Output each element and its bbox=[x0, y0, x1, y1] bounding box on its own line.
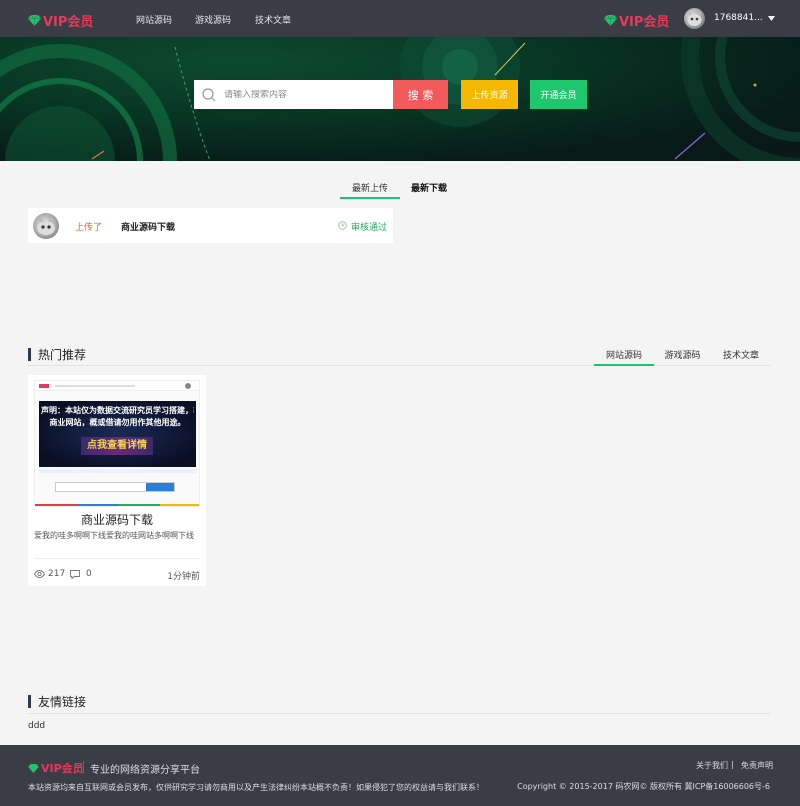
card-time: 1分钟前 bbox=[167, 572, 200, 582]
caret-down-icon bbox=[767, 15, 775, 21]
footer-slogan: 专业的网络资源分享平台 bbox=[90, 765, 200, 776]
diamond-icon bbox=[28, 763, 39, 773]
card-thumbnail[interactable]: 声明：本站仅为数据交流研究员学习搭建，非服 商业网站，概或借请勿用作其他用途。 … bbox=[34, 380, 200, 507]
tab-active-underline bbox=[340, 197, 400, 199]
thumb-avatar bbox=[185, 383, 191, 389]
activity-title[interactable]: 商业源码下载 bbox=[121, 220, 175, 233]
hot-tab-tech-articles[interactable]: 技术文章 bbox=[717, 348, 765, 361]
links-section-title: 友情链接 bbox=[28, 693, 86, 710]
footer-link-separator: | bbox=[731, 760, 734, 769]
nav-game-source[interactable]: 游戏源码 bbox=[195, 13, 231, 26]
thumb-search-button bbox=[146, 483, 174, 491]
footer: VIP会员 专业的网络资源分享平台 本站资源均来自互联网或会员发布，仅供研究学习… bbox=[0, 745, 800, 806]
footer-copyright: Copyright © 2015-2017 码农网© 版权所有 冀ICP备160… bbox=[517, 782, 770, 791]
card-comments: 0 bbox=[86, 569, 92, 579]
footer-logo-text: VIP会员 bbox=[41, 762, 84, 775]
user-menu[interactable]: 1768841... bbox=[714, 13, 775, 23]
card-title[interactable]: 商业源码下载 bbox=[28, 511, 206, 528]
thumb-details-button: 点我查看详情 bbox=[81, 437, 153, 455]
card-views: 217 bbox=[48, 569, 66, 579]
links-title-text: 友情链接 bbox=[38, 695, 87, 709]
thumb-search bbox=[55, 482, 175, 492]
title-bar-decoration bbox=[28, 695, 31, 708]
diamond-icon bbox=[604, 15, 617, 26]
hot-section-title: 热门推荐 bbox=[28, 346, 86, 363]
hot-divider bbox=[28, 365, 770, 366]
thumb-browser-bar bbox=[35, 381, 199, 391]
tab-latest-download[interactable]: 最新下载 bbox=[403, 181, 455, 194]
hot-tab-active-underline bbox=[594, 364, 654, 366]
thumb-banner: 声明：本站仅为数据交流研究员学习搭建，非服 商业网站，概或借请勿用作其他用途。 … bbox=[39, 401, 196, 467]
activity-row: 上传了 商业源码下载 审核通过 bbox=[28, 208, 393, 243]
search-icon bbox=[202, 87, 216, 101]
hot-tab-game-source[interactable]: 游戏源码 bbox=[660, 348, 705, 361]
user-avatar[interactable] bbox=[684, 8, 705, 29]
open-vip-button[interactable]: 开通会员 bbox=[530, 80, 587, 109]
search-box bbox=[194, 80, 393, 109]
footer-logo-divider bbox=[83, 761, 84, 773]
footer-notice: 本站资源均来自互联网或会员发布，仅供研究学习请勿商用以及产生法律纠纷本站概不负责… bbox=[28, 783, 484, 792]
thumb-nav bbox=[55, 385, 135, 387]
card-description: 爱我的哇多啊啊下线爱我的哇网站多啊啊下线 bbox=[34, 531, 194, 540]
top-navbar: VIP会员 网站源码 游戏源码 技术文章 VIP会员 1768841... bbox=[0, 0, 800, 37]
tab-latest-upload[interactable]: 最新上传 bbox=[340, 181, 400, 194]
cat-avatar-icon bbox=[37, 217, 55, 235]
activity-avatar bbox=[33, 213, 59, 239]
thumb-logo bbox=[39, 384, 49, 388]
nav-tech-articles[interactable]: 技术文章 bbox=[255, 13, 291, 26]
activity-action: 上传了 bbox=[75, 223, 103, 233]
clock-icon bbox=[338, 221, 347, 230]
thumb-strip bbox=[39, 469, 196, 473]
title-bar-decoration bbox=[28, 348, 31, 361]
card-divider bbox=[34, 558, 200, 559]
resource-card[interactable]: 声明：本站仅为数据交流研究员学习搭建，非服 商业网站，概或借请勿用作其他用途。 … bbox=[28, 375, 206, 586]
upload-tab-bar bbox=[0, 161, 800, 200]
footer-logo[interactable]: VIP会员 bbox=[28, 760, 84, 776]
thumb-color-bar bbox=[35, 504, 199, 506]
nav-website-source[interactable]: 网站源码 bbox=[136, 13, 172, 26]
upload-resource-button[interactable]: 上传资源 bbox=[461, 80, 518, 109]
search-button[interactable]: 搜 索 bbox=[393, 80, 448, 109]
links-divider bbox=[28, 713, 770, 714]
comment-icon bbox=[70, 570, 80, 579]
eye-icon bbox=[34, 570, 45, 578]
footer-about-link[interactable]: 关于我们 bbox=[696, 760, 728, 771]
diamond-icon bbox=[28, 15, 41, 26]
hot-tab-website-source[interactable]: 网站源码 bbox=[594, 348, 654, 361]
vip-member-link[interactable]: VIP会员 bbox=[604, 11, 669, 30]
username: 1768841... bbox=[714, 13, 763, 23]
site-logo[interactable]: VIP会员 bbox=[28, 11, 93, 30]
hot-title-text: 热门推荐 bbox=[38, 348, 87, 362]
cat-avatar-icon bbox=[687, 11, 702, 26]
footer-disclaimer-link[interactable]: 免责声明 bbox=[741, 760, 773, 771]
search-input[interactable] bbox=[224, 89, 384, 100]
friendly-link-item[interactable]: ddd bbox=[28, 721, 45, 731]
logo-text: VIP会员 bbox=[43, 15, 94, 30]
activity-status: 审核通过 bbox=[351, 223, 388, 233]
thumb-notice-text: 声明：本站仅为数据交流研究员学习搭建，非服 商业网站，概或借请勿用作其他用途。 bbox=[41, 406, 194, 427]
vip-text: VIP会员 bbox=[619, 15, 670, 30]
